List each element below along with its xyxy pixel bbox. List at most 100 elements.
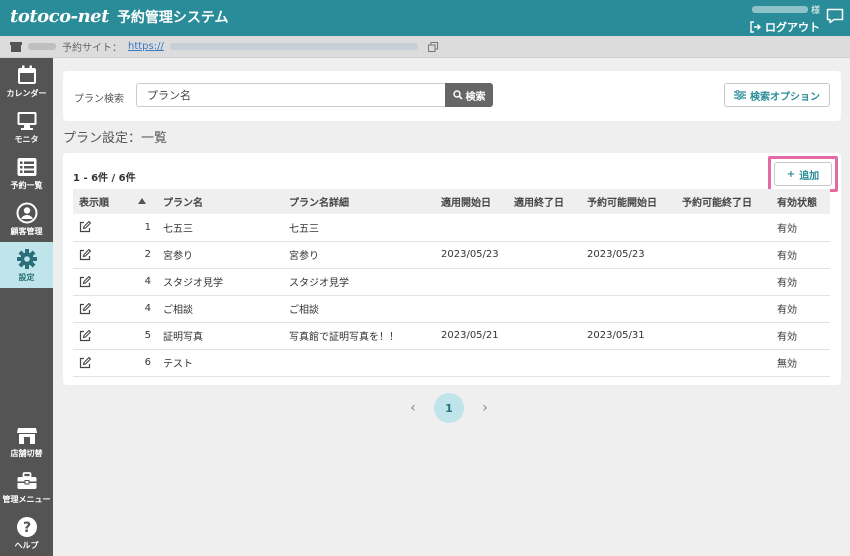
chat-icon[interactable]: [826, 8, 844, 24]
app-logo[interactable]: totoco-net 予約管理システム: [10, 6, 229, 27]
sidebar-item-label: 管理メニュー: [2, 494, 51, 504]
cell-booking-end: [678, 322, 773, 349]
system-title: 予約管理システム: [116, 9, 229, 26]
copy-icon[interactable]: [427, 41, 438, 52]
sidebar-item-label: 設定: [18, 272, 35, 282]
sidebar-item-customers[interactable]: 顧客管理: [0, 196, 53, 242]
cell-order: 4: [144, 276, 151, 287]
table-row[interactable]: 4 ご相談 ご相談 有効: [73, 295, 830, 322]
cell-apply-end: [510, 241, 583, 268]
cell-plan-name: 証明写真: [163, 332, 203, 343]
column-header-apply-end[interactable]: 適用終了日: [510, 189, 583, 214]
sidebar-item-calendar[interactable]: カレンダー: [0, 58, 53, 104]
cell-booking-start: [583, 268, 678, 295]
cell-apply-start: 2023/05/23: [441, 249, 499, 260]
page-title: プラン設定：一覧: [63, 131, 168, 146]
cell-plan-detail: スタジオ見学: [289, 278, 349, 289]
sidebar-bottom: 店舗切替 管理メニュー ? ヘルプ: [0, 418, 53, 556]
table-row[interactable]: 2 宮参り 宮参り 2023/05/23 2023/05/23 有効: [73, 241, 830, 268]
cell-order: 2: [144, 249, 151, 260]
edit-icon[interactable]: [79, 356, 91, 369]
cell-apply-start: [437, 295, 510, 322]
edit-icon[interactable]: [79, 329, 91, 342]
calendar-icon: [17, 65, 36, 84]
cell-booking-start: [583, 349, 678, 376]
cell-status: 有効: [777, 332, 797, 343]
cell-booking-end: [678, 349, 773, 376]
cell-plan-name: 七五三: [163, 223, 193, 235]
cell-status: 有効: [777, 305, 797, 316]
cell-order: 6: [144, 357, 151, 368]
sidebar: カレンダー モニタ 予約一覧 顧客管理 設定 店舗切替 管理メニュー ? ヘルプ: [0, 58, 53, 556]
cell-apply-end: [510, 349, 583, 376]
next-page-button[interactable]: ›: [477, 393, 493, 423]
cell-plan-detail: ご相談: [289, 305, 319, 316]
cell-booking-start: [583, 214, 678, 241]
cell-apply-end: [510, 214, 583, 241]
brand-logo: totoco-net: [10, 6, 109, 27]
search-button[interactable]: 検索: [445, 83, 493, 107]
site-url-link[interactable]: https://: [128, 41, 164, 52]
cell-apply-end: [510, 268, 583, 295]
sidebar-item-admin-menu[interactable]: 管理メニュー: [0, 464, 53, 510]
edit-icon[interactable]: [79, 275, 91, 288]
site-bar: 予約サイト： https://: [0, 36, 850, 58]
plan-search-input[interactable]: [136, 83, 446, 107]
cell-order: 4: [144, 303, 151, 314]
cell-booking-end: [678, 214, 773, 241]
sidebar-item-label: カレンダー: [6, 88, 47, 98]
help-icon: ?: [16, 516, 37, 537]
sidebar-item-settings[interactable]: 設定: [0, 242, 53, 288]
result-count: 1 - 6件 / 6件: [73, 173, 136, 184]
sidebar-item-help[interactable]: ? ヘルプ: [0, 510, 53, 556]
column-header-booking-end[interactable]: 予約可能終了日: [678, 189, 773, 214]
add-plan-button[interactable]: + 追加: [774, 162, 832, 186]
cell-booking-start: 2023/05/23: [587, 249, 645, 260]
logout-icon: [750, 21, 761, 33]
edit-icon[interactable]: [79, 248, 91, 261]
prev-page-button[interactable]: ‹: [405, 393, 421, 423]
table-row[interactable]: 1 七五三 七五三 有効: [73, 214, 830, 241]
edit-icon[interactable]: [79, 221, 91, 233]
cell-booking-end: [678, 268, 773, 295]
cell-booking-start: [583, 295, 678, 322]
cell-status: 無効: [777, 359, 797, 370]
site-url-redacted[interactable]: [169, 43, 418, 50]
table-row[interactable]: 4 スタジオ見学 スタジオ見学 有効: [73, 268, 830, 295]
cell-status: 有効: [777, 251, 797, 262]
sort-asc-icon[interactable]: [129, 189, 159, 214]
table-row[interactable]: 6 テスト 無効: [73, 349, 830, 376]
column-header-apply-start[interactable]: 適用開始日: [437, 189, 510, 214]
svg-text:?: ?: [22, 520, 30, 536]
column-header-booking-start[interactable]: 予約可能開始日: [583, 189, 678, 214]
column-header-order[interactable]: 表示順: [73, 189, 129, 214]
page-1-button[interactable]: 1: [434, 393, 464, 423]
search-icon: [452, 90, 463, 100]
list-icon: [17, 157, 36, 176]
column-header-status[interactable]: 有効状態: [773, 189, 830, 214]
search-options-button[interactable]: 検索オプション: [724, 83, 830, 107]
cell-order: 1: [144, 221, 151, 233]
cell-apply-start: 2023/05/21: [441, 330, 499, 341]
cell-apply-start: [437, 349, 510, 376]
edit-icon[interactable]: [79, 302, 91, 315]
cell-booking-end: [678, 241, 773, 268]
column-header-plan-name[interactable]: プラン名: [159, 189, 285, 214]
cell-apply-end: [510, 295, 583, 322]
user-area: 様 ログアウト: [749, 2, 820, 35]
sidebar-item-monitor[interactable]: モニタ: [0, 104, 53, 150]
cell-plan-detail: 七五三: [289, 223, 319, 235]
search-button-label: 検索: [465, 91, 486, 103]
column-header-plan-detail[interactable]: プラン名詳細: [285, 189, 437, 214]
plan-list-panel: 1 - 6件 / 6件 + 追加 表示順 プラン名 プラン名詳細 適用開始日 適…: [63, 153, 841, 385]
sidebar-item-label: モニタ: [14, 134, 39, 144]
table-row[interactable]: 5 証明写真 写真館で証明写真を！！ 2023/05/21 2023/05/31…: [73, 322, 830, 349]
sidebar-item-reservations[interactable]: 予約一覧: [0, 150, 53, 196]
cell-plan-detail: 宮参り: [289, 251, 319, 262]
user-icon: [16, 202, 37, 223]
shop-name-redacted: [28, 43, 56, 50]
logout-button[interactable]: ログアウト: [749, 19, 820, 35]
sidebar-item-store-switch[interactable]: 店舗切替: [0, 418, 53, 464]
toolbox-icon: [17, 471, 36, 489]
cell-apply-start: [437, 268, 510, 295]
